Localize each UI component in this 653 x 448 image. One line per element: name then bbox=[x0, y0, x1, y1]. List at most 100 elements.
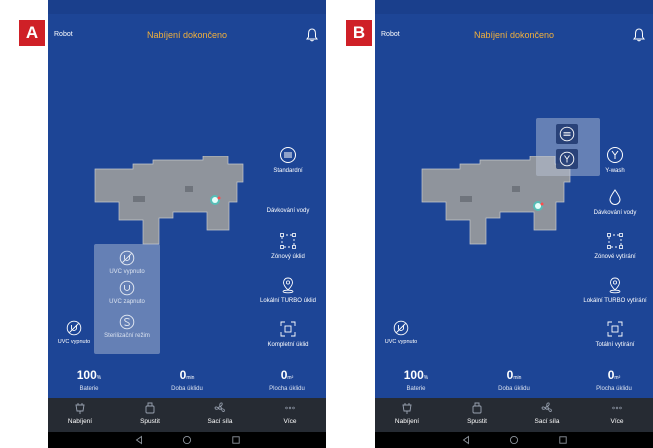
zone-mop[interactable]: Zónové vytírání bbox=[577, 232, 653, 260]
uvc-button-label: UVC vypnuto bbox=[57, 339, 91, 345]
y-wash-option[interactable] bbox=[556, 149, 578, 169]
local-turbo-mop-label: Lokální TURBO vytírání bbox=[583, 298, 647, 304]
nav-more[interactable]: Více bbox=[260, 401, 320, 425]
battery-stat: 100% Baterie bbox=[54, 366, 124, 392]
total-mop[interactable]: Totální vytírání bbox=[577, 320, 653, 348]
water-dosage[interactable]: Dávkování vody bbox=[577, 188, 653, 216]
nav-suction[interactable]: Sací síla bbox=[190, 401, 250, 425]
y-wash-icon bbox=[607, 147, 623, 163]
fan-icon bbox=[541, 402, 552, 412]
dock-icon bbox=[402, 403, 412, 414]
sterilize-option[interactable]: Sterilizační režim bbox=[94, 314, 160, 339]
local-turbo-label: Lokální TURBO úklid bbox=[260, 298, 316, 304]
bottom-nav: Nabíjení Spustit Sací síla Více bbox=[48, 398, 326, 432]
stats-row: 100% Baterie 0min Doba úklidu 0m² Plocha… bbox=[375, 366, 653, 392]
nav-charge[interactable]: Nabíjení bbox=[377, 401, 437, 425]
robot-icon bbox=[472, 402, 482, 414]
more-icon bbox=[612, 406, 622, 410]
home-icon[interactable] bbox=[509, 435, 519, 445]
total-mop-label: Totální vytírání bbox=[595, 342, 635, 348]
standard-mop-icon bbox=[559, 126, 575, 142]
system-nav-bar bbox=[48, 432, 326, 448]
nav-more-label: Více bbox=[610, 418, 624, 425]
clean-area-stat: 0m² Plocha úklidu bbox=[579, 366, 649, 392]
uvc-off-icon bbox=[119, 250, 135, 266]
stats-row: 100% Baterie 0min Doba úklidu 0m² Plocha… bbox=[48, 366, 326, 392]
clean-time-unit: min bbox=[186, 375, 195, 381]
bell-icon[interactable] bbox=[633, 28, 645, 42]
mode-standard[interactable]: Standardní bbox=[250, 146, 326, 174]
nav-start[interactable]: Spustit bbox=[120, 401, 180, 425]
suction-mode-icon bbox=[280, 147, 296, 163]
nav-charge-label: Nabíjení bbox=[394, 418, 420, 425]
app-header: Robot Nabíjení dokončeno bbox=[48, 26, 326, 46]
status-title: Nabíjení dokončeno bbox=[473, 30, 555, 40]
clean-time-label: Doba úklidu bbox=[171, 386, 203, 392]
recents-icon[interactable] bbox=[558, 435, 568, 445]
nav-start-label: Spustit bbox=[140, 418, 160, 425]
nav-start[interactable]: Spustit bbox=[447, 401, 507, 425]
clean-area-unit: m² bbox=[614, 375, 621, 381]
battery-value: 100 bbox=[76, 368, 97, 382]
clean-time-unit: min bbox=[513, 375, 522, 381]
uvc-off-icon bbox=[393, 320, 409, 336]
bell-icon[interactable] bbox=[306, 28, 318, 42]
clean-time-label: Doba úklidu bbox=[498, 386, 530, 392]
clean-area-unit: m² bbox=[287, 375, 294, 381]
y-wash-icon bbox=[559, 151, 575, 167]
app-screen-b: Robot Nabíjení dokončeno Y-wash Dávkován… bbox=[375, 0, 653, 448]
back-icon[interactable] bbox=[461, 435, 471, 445]
uvc-off-option[interactable]: UVC vypnuto bbox=[94, 250, 160, 275]
sterilize-label: Sterilizační režim bbox=[104, 333, 150, 339]
uvc-on-label: UVC zapnuto bbox=[109, 299, 145, 305]
nav-start-label: Spustit bbox=[467, 418, 487, 425]
nav-more[interactable]: Více bbox=[587, 401, 647, 425]
full-clean[interactable]: Kompletní úklid bbox=[250, 320, 326, 348]
local-turbo-clean[interactable]: Lokální TURBO úklid bbox=[250, 276, 326, 304]
water-dosage-label: Dávkování vody bbox=[593, 210, 637, 216]
zone-mop-label: Zónové vytírání bbox=[594, 254, 636, 260]
dock-icon bbox=[75, 403, 85, 414]
zone-icon bbox=[280, 233, 296, 249]
back-icon[interactable] bbox=[134, 435, 144, 445]
uvc-button[interactable]: UVC vypnuto bbox=[56, 320, 92, 345]
clean-time-stat: 0min Doba úklidu bbox=[479, 366, 549, 392]
standard-mop-option[interactable] bbox=[556, 124, 578, 144]
mode-y-wash-label: Y-wash bbox=[605, 168, 625, 174]
uvc-off-label: UVC vypnuto bbox=[109, 269, 145, 275]
uvc-on-option[interactable]: UVC zapnuto bbox=[94, 280, 160, 305]
local-turbo-mop[interactable]: Lokální TURBO vytírání bbox=[577, 276, 653, 304]
zone-clean[interactable]: Zónový úklid bbox=[250, 232, 326, 260]
bottom-nav: Nabíjení Spustit Sací síla Více bbox=[375, 398, 653, 432]
clean-time-stat: 0min Doba úklidu bbox=[152, 366, 222, 392]
uvc-button[interactable]: UVC vypnuto bbox=[383, 320, 419, 345]
nav-suction[interactable]: Sací síla bbox=[517, 401, 577, 425]
recents-icon[interactable] bbox=[231, 435, 241, 445]
app-screen-a: Robot Nabíjení dokončeno Standardní Dávk… bbox=[48, 0, 326, 448]
home-icon[interactable] bbox=[182, 435, 192, 445]
battery-label: Baterie bbox=[79, 386, 99, 392]
cleaning-map[interactable] bbox=[93, 156, 248, 246]
status-bar bbox=[48, 0, 326, 14]
status-bar bbox=[375, 0, 653, 14]
zone-icon bbox=[607, 233, 623, 249]
nav-charge-label: Nabíjení bbox=[67, 418, 93, 425]
water-dosage-label: Dávkování vody bbox=[266, 208, 310, 214]
nav-charge[interactable]: Nabíjení bbox=[50, 401, 110, 425]
uvc-mode-popup: UVC vypnuto UVC zapnuto Sterilizační rež… bbox=[94, 244, 160, 354]
water-dosage[interactable]: Dávkování vody bbox=[250, 208, 326, 214]
status-title: Nabíjení dokončeno bbox=[146, 30, 228, 40]
clean-area-label: Plocha úklidu bbox=[269, 386, 305, 392]
more-icon bbox=[285, 406, 295, 410]
uvc-on-icon bbox=[119, 280, 135, 296]
full-clean-icon bbox=[280, 321, 296, 337]
zone-clean-label: Zónový úklid bbox=[271, 254, 305, 260]
battery-stat: 100% Baterie bbox=[381, 366, 451, 392]
location-pin-icon bbox=[282, 277, 294, 294]
mode-y-wash[interactable]: Y-wash bbox=[577, 146, 653, 174]
nav-suction-label: Sací síla bbox=[207, 418, 233, 425]
nav-more-label: Více bbox=[283, 418, 297, 425]
location-pin-icon bbox=[609, 277, 621, 294]
sterilize-icon bbox=[119, 314, 135, 330]
system-nav-bar bbox=[375, 432, 653, 448]
